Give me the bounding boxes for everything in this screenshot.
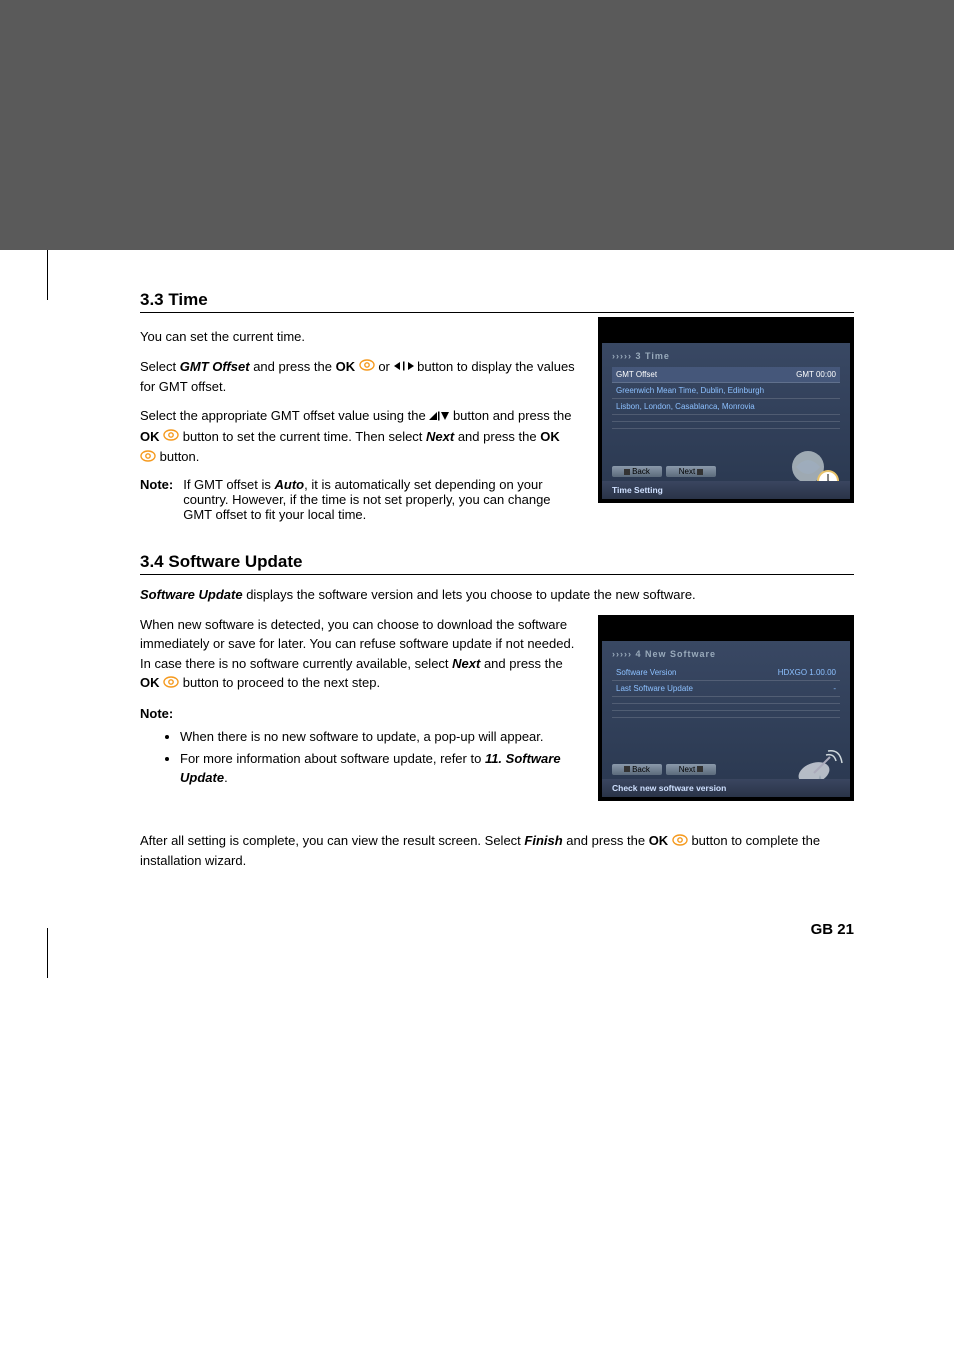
fig-time-desc2: Lisbon, London, Casablanca, Monrovia xyxy=(612,399,840,415)
time-note: Note: If GMT offset is Auto, it is autom… xyxy=(140,477,578,522)
time-intro: You can set the current time. xyxy=(140,327,578,347)
sw-note-item-2: For more information about software upda… xyxy=(180,749,578,788)
top-gray-banner xyxy=(0,0,954,250)
fig-back-button: Back xyxy=(612,466,662,477)
fig-time-desc1: Greenwich Mean Time, Dublin, Edinburgh xyxy=(612,383,840,399)
crop-mark-top xyxy=(47,250,48,300)
fig-time-footer: Time Setting xyxy=(602,481,850,499)
fig-time-gmt-row: GMT Offset GMT 00:00 xyxy=(612,367,840,383)
sw-note-label: Note: xyxy=(140,706,173,721)
fig-sw-last-update-row: Last Software Update - xyxy=(612,681,840,697)
fig-next-button: Next xyxy=(666,466,716,477)
time-p1: Select GMT Offset and press the OK or bu… xyxy=(140,357,578,397)
time-text-column: You can set the current time. Select GMT… xyxy=(140,317,578,522)
figure-time-screen: ››››› 3 Time GMT Offset GMT 00:00 Greenw… xyxy=(598,317,854,503)
sw-p1: Software Update displays the software ve… xyxy=(140,585,854,605)
sw-note-item-1: When there is no new software to update,… xyxy=(180,727,578,747)
ok-icon xyxy=(672,832,688,852)
heading-time: 3.3 Time xyxy=(140,290,854,313)
fig-time-crumb: ››››› 3 Time xyxy=(602,343,850,363)
ok-icon xyxy=(359,357,375,377)
fig-next-button: Next xyxy=(666,764,716,775)
crop-mark-bottom xyxy=(47,928,48,978)
ok-icon xyxy=(163,427,179,447)
page-number: GB 21 xyxy=(0,921,954,948)
sw-p2: When new software is detected, you can c… xyxy=(140,615,578,694)
ok-icon xyxy=(163,674,179,694)
fig-sw-footer: Check new software version xyxy=(602,779,850,797)
left-right-icon xyxy=(394,357,414,377)
fig-sw-version-row: Software Version HDXGO 1.00.00 xyxy=(612,665,840,681)
section-software-update: 3.4 Software Update Software Update disp… xyxy=(140,552,854,801)
ok-icon xyxy=(140,448,156,468)
note-label: Note: xyxy=(140,477,173,522)
fig-back-button: Back xyxy=(612,764,662,775)
time-p2: Select the appropriate GMT offset value … xyxy=(140,406,578,467)
figure-software-screen: ››››› 4 New Software Software Version HD… xyxy=(598,615,854,801)
closing-paragraph: After all setting is complete, you can v… xyxy=(140,831,854,871)
sw-text-column: When new software is detected, you can c… xyxy=(140,615,578,790)
up-down-icon xyxy=(429,407,449,427)
heading-software-update: 3.4 Software Update xyxy=(140,552,854,575)
sw-note-list: When there is no new software to update,… xyxy=(140,727,578,788)
fig-sw-crumb: ››››› 4 New Software xyxy=(602,641,850,661)
note-text: If GMT offset is Auto, it is automatical… xyxy=(183,477,578,522)
section-time: 3.3 Time You can set the current time. S… xyxy=(140,290,854,522)
